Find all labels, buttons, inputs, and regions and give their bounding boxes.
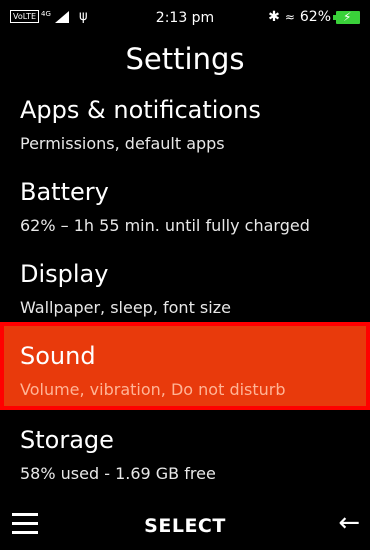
charging-bolt-icon: ⚡	[343, 9, 352, 24]
select-softkey[interactable]: SELECT	[0, 515, 370, 537]
softkey-bar: SELECT ←	[0, 500, 370, 550]
settings-item-title: Battery	[20, 178, 109, 206]
back-arrow-icon[interactable]: ←	[338, 509, 360, 537]
phone-screen: VoLTE 4G ψ 2:13 pm ✱ ≈ 62% ⚡ Settings Ap…	[0, 0, 370, 550]
settings-item-title: Apps & notifications	[20, 96, 261, 124]
settings-item-sound[interactable]: Sound Volume, vibration, Do not disturb	[0, 322, 370, 410]
page-title: Settings	[125, 42, 245, 76]
battery-charging-icon: ⚡	[333, 9, 360, 24]
settings-item-title: Storage	[20, 426, 114, 454]
status-right-icons: ✱ ≈ 62% ⚡	[268, 9, 360, 25]
settings-item-storage[interactable]: Storage 58% used - 1.69 GB free	[0, 422, 370, 504]
settings-item-subtitle: Wallpaper, sleep, font size	[20, 298, 231, 317]
settings-item-subtitle: Volume, vibration, Do not disturb	[20, 380, 286, 399]
settings-item-title: Display	[20, 260, 109, 288]
settings-item-subtitle: Permissions, default apps	[20, 134, 225, 153]
battery-percent: 62%	[299, 9, 331, 25]
wifi-icon: ≈	[284, 10, 295, 24]
settings-item-battery[interactable]: Battery 62% – 1h 55 min. until fully cha…	[0, 174, 370, 256]
settings-item-title: Sound	[20, 342, 96, 370]
bluetooth-icon: ✱	[268, 9, 280, 25]
settings-item-subtitle: 62% – 1h 55 min. until fully charged	[20, 216, 310, 235]
settings-item-apps-notifications[interactable]: Apps & notifications Permissions, defaul…	[0, 92, 370, 174]
status-bar: VoLTE 4G ψ 2:13 pm ✱ ≈ 62% ⚡	[0, 0, 370, 38]
settings-item-subtitle: 58% used - 1.69 GB free	[20, 464, 216, 483]
